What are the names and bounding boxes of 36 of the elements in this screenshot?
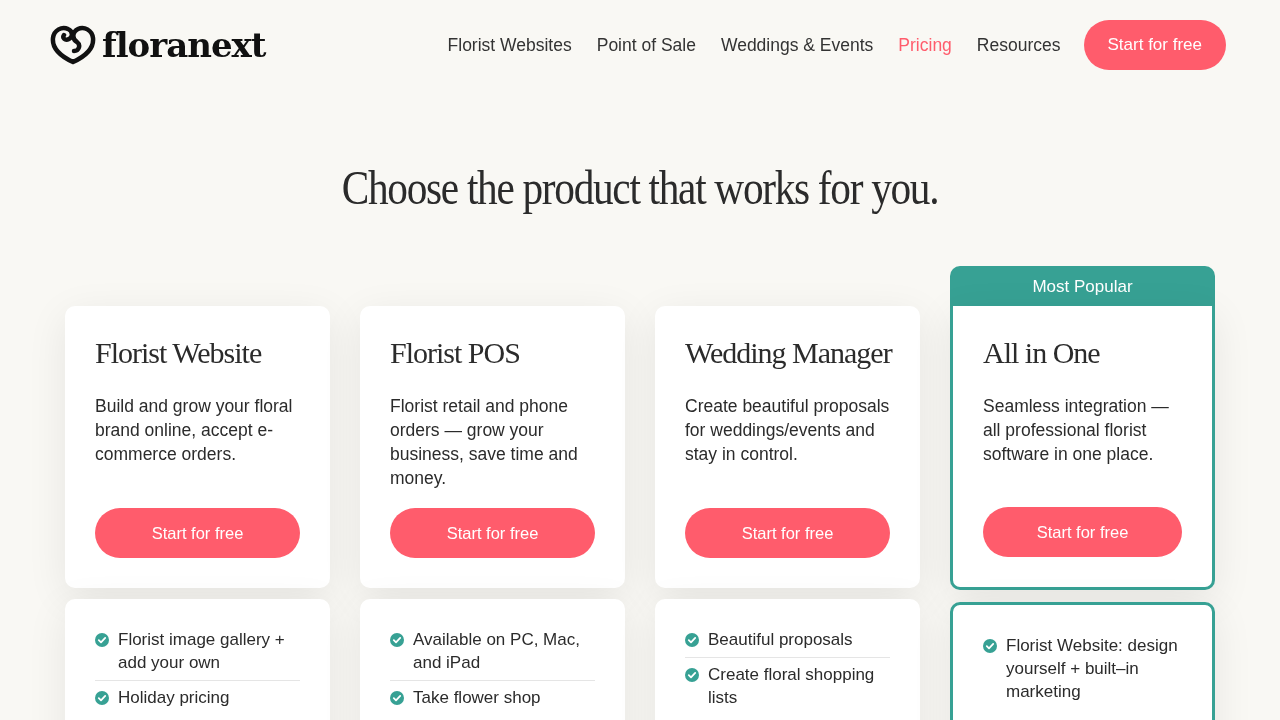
product-description: Build and grow your floral brand online, accept e-commerce orders. bbox=[95, 395, 294, 466]
product-name: Wedding Manager bbox=[685, 335, 892, 371]
feature-text: Create floral shopping lists bbox=[708, 664, 876, 709]
start-button[interactable]: Start for free bbox=[685, 508, 890, 558]
check-icon bbox=[685, 668, 699, 682]
nav-link[interactable]: Pricing bbox=[898, 34, 952, 56]
check-icon bbox=[390, 633, 404, 647]
check-icon bbox=[983, 639, 997, 653]
start-button[interactable]: Start for free bbox=[983, 507, 1182, 557]
product-name: All in One bbox=[983, 335, 1100, 371]
nav-link[interactable]: Florist Websites bbox=[447, 34, 572, 56]
product-name: Florist Website bbox=[95, 335, 262, 371]
feature-text: Florist Website: design yourself + built–in marketing bbox=[1006, 635, 1179, 703]
product-description: Create beautiful proposals for weddings/events and stay in control. bbox=[685, 395, 890, 466]
check-icon bbox=[95, 633, 109, 647]
product-name: Florist POS bbox=[390, 335, 520, 371]
check-icon bbox=[390, 691, 404, 705]
popular-badge: Most Popular bbox=[950, 266, 1215, 306]
logo-text[interactable]: floranext bbox=[102, 28, 266, 62]
heart-logo-icon bbox=[50, 25, 96, 65]
feature-text: Holiday pricing bbox=[118, 687, 230, 709]
nav-link[interactable]: Resources bbox=[976, 34, 1061, 56]
product-description: Florist retail and phone orders — grow your business, save time and money. bbox=[390, 395, 579, 490]
start-button[interactable]: Start for free bbox=[390, 508, 595, 558]
feature-text: Available on PC, Mac, and iPad bbox=[413, 629, 581, 674]
feature-text: Beautiful proposals bbox=[708, 629, 853, 651]
check-icon bbox=[95, 691, 109, 705]
product-description: Seamless integration — all professional florist software in one place. bbox=[983, 395, 1170, 466]
page-heading: Choose the product that works for you. bbox=[340, 160, 940, 216]
nav-link[interactable]: Point of Sale bbox=[596, 34, 696, 56]
start-button[interactable]: Start for free bbox=[95, 508, 300, 558]
nav-link[interactable]: Weddings & Events bbox=[720, 34, 874, 56]
start-button[interactable]: Start for free bbox=[1083, 20, 1226, 70]
feature-text: Florist image gallery + add your own bbox=[118, 629, 286, 674]
feature-text: Take flower shop bbox=[413, 687, 541, 709]
check-icon bbox=[685, 633, 699, 647]
